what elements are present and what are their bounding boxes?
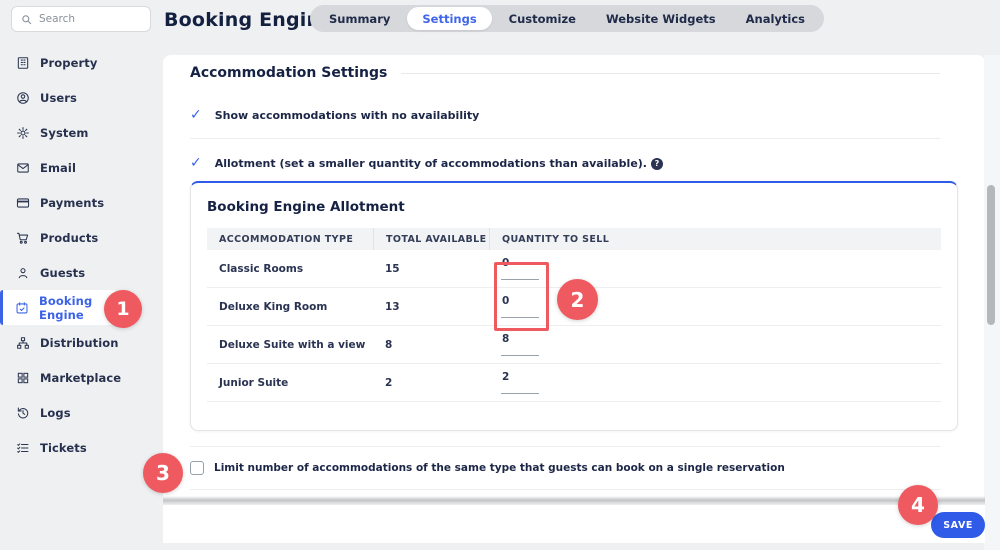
sidebar-nav: Property Users System Email Payments Pro… xyxy=(0,45,162,465)
search-input[interactable] xyxy=(39,13,141,25)
total-available: 8 xyxy=(373,339,489,351)
allotment-card-title: Booking Engine Allotment xyxy=(207,199,941,215)
limit-reservation-row: Limit number of accommodations of the sa… xyxy=(190,461,940,475)
sidebar-item-payments[interactable]: Payments xyxy=(0,185,162,220)
section-title: Accommodation Settings xyxy=(190,65,387,81)
history-icon xyxy=(15,405,30,420)
tab-settings[interactable]: Settings xyxy=(407,7,491,30)
credit-card-icon xyxy=(15,195,30,210)
sidebar-item-system[interactable]: System xyxy=(0,115,162,150)
save-button[interactable]: SAVE xyxy=(931,512,985,538)
quantity-input[interactable] xyxy=(501,333,539,356)
toggle-label: Allotment (set a smaller quantity of acc… xyxy=(215,157,663,170)
tab-website-widgets[interactable]: Website Widgets xyxy=(591,5,731,32)
sidebar-item-label: Distribution xyxy=(40,336,119,350)
cart-icon xyxy=(15,230,30,245)
table-header-row: ACCOMMODATION TYPE TOTAL AVAILABLE QUANT… xyxy=(207,228,941,250)
hierarchy-icon xyxy=(15,335,30,350)
sidebar-item-guests[interactable]: Guests xyxy=(0,255,162,290)
total-available: 2 xyxy=(373,377,489,389)
sidebar-item-label: Logs xyxy=(40,406,71,420)
limit-checkbox-label: Limit number of accommodations of the sa… xyxy=(214,462,785,474)
person-icon xyxy=(15,265,30,280)
table-row: Deluxe Suite with a view 8 xyxy=(207,326,941,364)
sidebar-item-label: Email xyxy=(40,161,76,175)
annotation-badge-3: 3 xyxy=(143,453,183,493)
quantity-input[interactable] xyxy=(501,371,539,394)
sidebar-item-label: Users xyxy=(40,91,77,105)
booking-engine-settings-page: Property Users System Email Payments Pro… xyxy=(0,0,1000,550)
sidebar-item-property[interactable]: Property xyxy=(0,45,162,80)
gear-icon xyxy=(15,125,30,140)
sidebar-item-label: System xyxy=(40,126,89,140)
footer-bar: SAVE xyxy=(163,505,985,543)
accommodation-type: Classic Rooms xyxy=(207,263,373,275)
search-icon xyxy=(21,14,32,25)
accommodation-type: Deluxe Suite with a view xyxy=(207,339,373,351)
section-header: Accommodation Settings xyxy=(190,65,940,81)
annotation-badge-2: 2 xyxy=(557,279,598,320)
divider xyxy=(190,138,940,139)
search-box[interactable] xyxy=(11,6,151,32)
tab-bar: Summary Settings Customize Website Widge… xyxy=(310,5,824,32)
building-icon xyxy=(15,55,30,70)
sidebar-item-products[interactable]: Products xyxy=(0,220,162,255)
total-available: 15 xyxy=(373,263,489,275)
email-icon xyxy=(15,160,30,175)
column-header-total-available: TOTAL AVAILABLE xyxy=(373,228,489,250)
tab-customize[interactable]: Customize xyxy=(494,5,591,32)
sidebar-item-booking-engine[interactable]: Booking Engine xyxy=(0,290,117,325)
vertical-scrollbar-track[interactable] xyxy=(984,55,1000,550)
check-icon: ✓ xyxy=(190,156,202,170)
sidebar-item-users[interactable]: Users xyxy=(0,80,162,115)
check-icon: ✓ xyxy=(190,108,202,122)
sidebar-item-label: Marketplace xyxy=(40,371,121,385)
column-header-quantity-to-sell: QUANTITY TO SELL xyxy=(489,228,941,250)
toggle-label: Show accommodations with no availability xyxy=(215,109,480,122)
sidebar: Property Users System Email Payments Pro… xyxy=(0,0,162,550)
divider xyxy=(190,489,940,490)
sidebar-item-marketplace[interactable]: Marketplace xyxy=(0,360,162,395)
annotation-rectangle xyxy=(494,262,549,331)
annotation-badge-1: 1 xyxy=(104,290,142,328)
accommodation-type: Deluxe King Room xyxy=(207,301,373,313)
sidebar-item-email[interactable]: Email xyxy=(0,150,162,185)
annotation-badge-4: 4 xyxy=(898,485,938,525)
table-row: Junior Suite 2 xyxy=(207,364,941,402)
tab-summary[interactable]: Summary xyxy=(314,5,405,32)
column-header-accommodation-type: ACCOMMODATION TYPE xyxy=(207,228,373,250)
grid-icon xyxy=(15,370,30,385)
toggle-allotment[interactable]: ✓ Allotment (set a smaller quantity of a… xyxy=(190,156,940,170)
sidebar-item-label: Tickets xyxy=(40,441,87,455)
tab-analytics[interactable]: Analytics xyxy=(731,5,820,32)
sidebar-item-label: Products xyxy=(40,231,98,245)
users-icon xyxy=(15,90,30,105)
accommodation-type: Junior Suite xyxy=(207,377,373,389)
section-divider xyxy=(401,73,940,74)
calendar-check-icon xyxy=(15,300,29,315)
sidebar-item-label: Property xyxy=(40,56,98,70)
vertical-scrollbar-thumb[interactable] xyxy=(987,185,995,325)
sidebar-item-tickets[interactable]: Tickets xyxy=(0,430,162,465)
sidebar-item-label: Guests xyxy=(40,266,85,280)
limit-checkbox[interactable] xyxy=(190,461,204,475)
total-available: 13 xyxy=(373,301,489,313)
sidebar-item-distribution[interactable]: Distribution xyxy=(0,325,162,360)
checklist-icon xyxy=(15,440,30,455)
sidebar-item-logs[interactable]: Logs xyxy=(0,395,162,430)
toggle-show-no-availability[interactable]: ✓ Show accommodations with no availabili… xyxy=(190,108,940,122)
help-icon[interactable]: ? xyxy=(651,158,663,170)
divider xyxy=(190,446,940,447)
sidebar-item-label: Payments xyxy=(40,196,104,210)
page-title: Booking Engine xyxy=(164,9,333,31)
